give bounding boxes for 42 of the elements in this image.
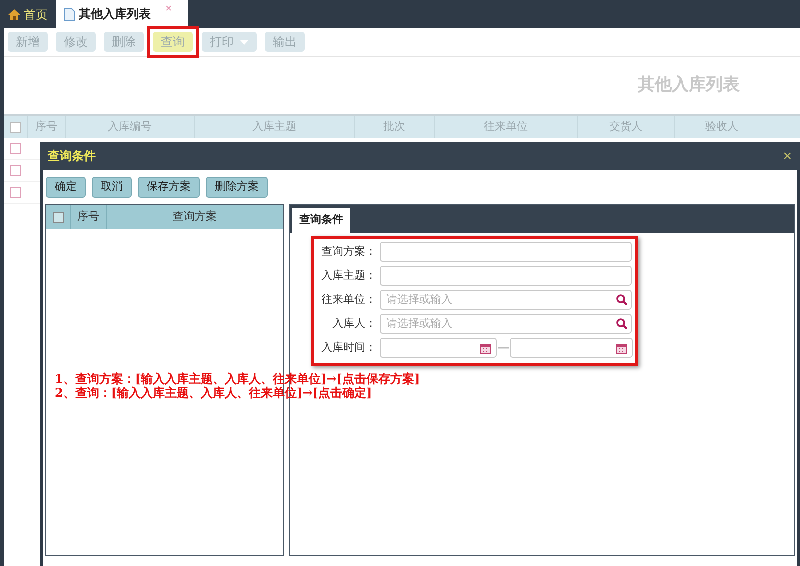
range-separator: —: [498, 340, 510, 356]
column-header: 序号: [36, 120, 58, 135]
date-field[interactable]: [380, 338, 498, 358]
header-checkbox[interactable]: [52, 212, 64, 222]
search-field[interactable]: 请选择或输入: [380, 290, 632, 310]
column-header: 验收人: [706, 120, 738, 135]
home-icon: [8, 9, 21, 21]
column-header: 入库主题: [252, 120, 296, 135]
row-checkbox[interactable]: [10, 143, 21, 154]
field-label: 往来单位：: [320, 292, 376, 308]
calendar-icon[interactable]: [616, 342, 628, 354]
dialog-button[interactable]: 取消: [92, 176, 132, 198]
dialog-button[interactable]: 保存方案: [138, 176, 200, 198]
column-header: 入库编号: [108, 120, 152, 135]
field-label: 入库主题：: [320, 268, 376, 284]
search-icon[interactable]: [616, 318, 628, 330]
dialog-button[interactable]: 删除方案: [206, 176, 268, 198]
dialog-title: 查询条件: [48, 148, 96, 165]
calendar-icon[interactable]: [480, 342, 492, 354]
field-label: 查询方案：: [320, 244, 376, 260]
text-field[interactable]: [380, 242, 632, 262]
column-header: 查询方案: [173, 210, 218, 225]
document-icon: [64, 8, 75, 20]
panel-tab[interactable]: 查询条件: [292, 208, 350, 233]
column-header: 序号: [78, 210, 100, 225]
page-tab[interactable]: 首页: [4, 2, 52, 28]
text-field[interactable]: [380, 266, 632, 286]
field-label: 入库人：: [331, 316, 376, 332]
page-tab[interactable]: 其他入库列表 ×: [56, 0, 188, 28]
caret-icon: [240, 40, 249, 44]
row-checkbox[interactable]: [10, 165, 21, 176]
date-field[interactable]: [510, 338, 634, 358]
column-header: 交货人: [610, 120, 642, 135]
row-checkbox[interactable]: [10, 187, 21, 198]
header-checkbox[interactable]: [10, 122, 21, 132]
column-header: 批次: [384, 120, 406, 135]
search-icon[interactable]: [616, 294, 628, 306]
search-field[interactable]: 请选择或输入: [380, 314, 632, 334]
dialog-button[interactable]: 确定: [46, 176, 86, 198]
field-label: 入库时间：: [320, 340, 376, 356]
close-icon[interactable]: ×: [783, 148, 792, 164]
column-header: 往来单位: [484, 120, 528, 135]
